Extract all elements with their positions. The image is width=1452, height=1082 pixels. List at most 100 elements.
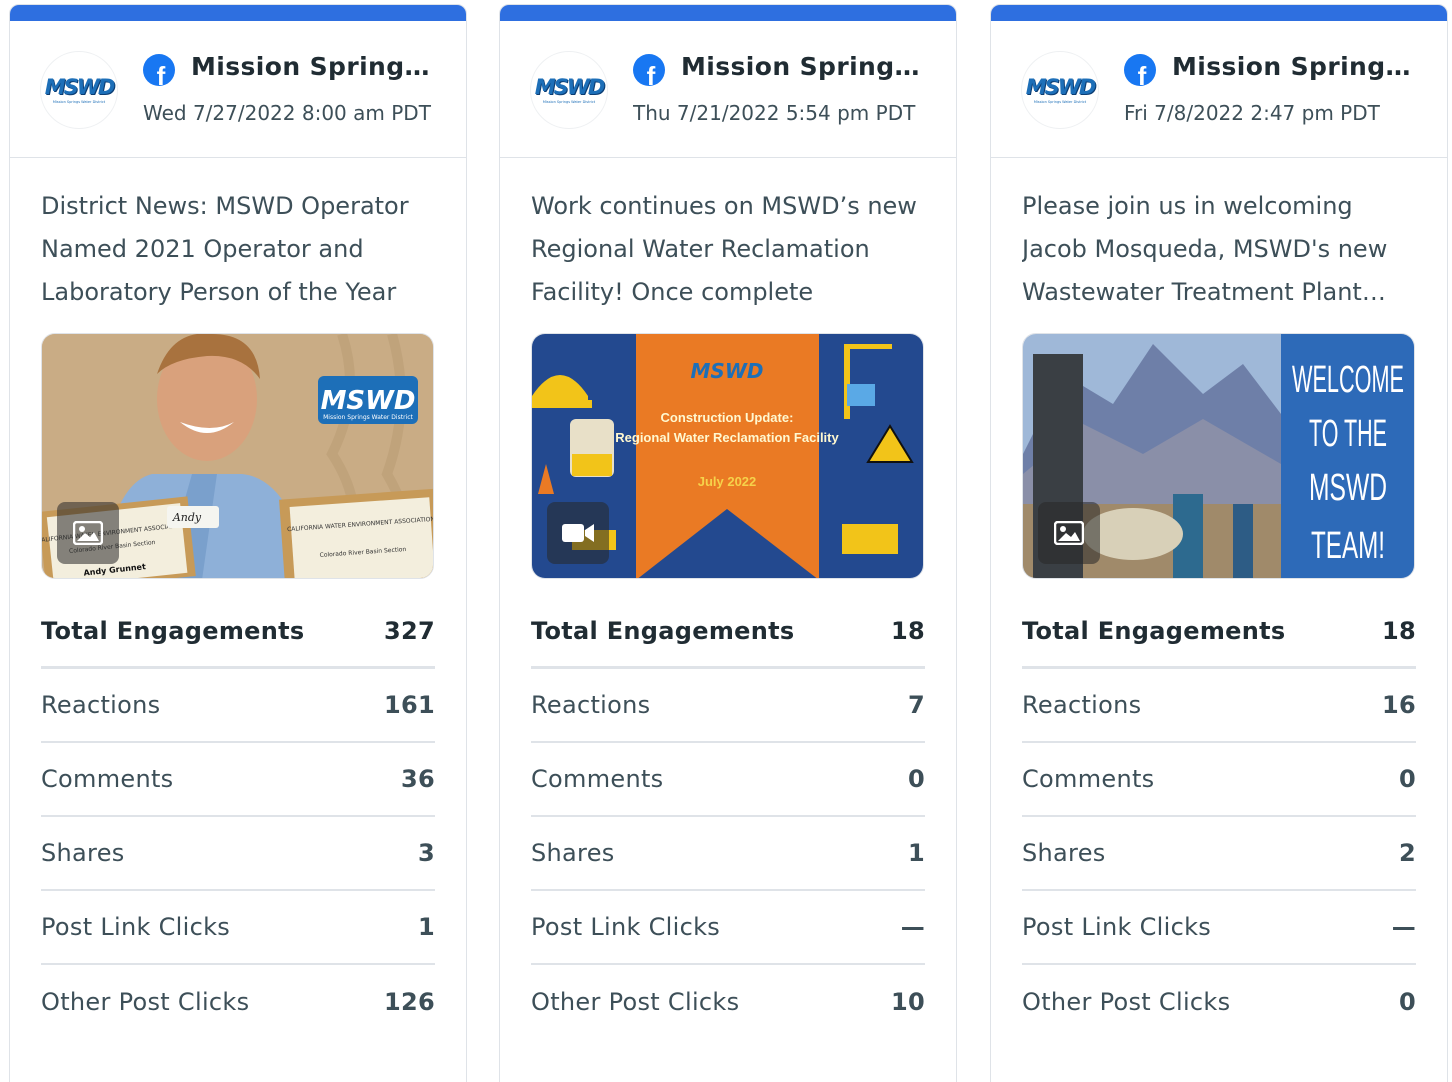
total-engagements-row: Total Engagements 18 [1022, 595, 1416, 669]
page-avatar[interactable]: MSWD Mission Springs Water District [530, 51, 608, 129]
page-name[interactable]: Mission Springs Water District [1172, 52, 1422, 81]
metric-row-reactions: Reactions 7 [531, 669, 925, 743]
svg-text:WELCOME: WELCOME [1292, 359, 1404, 401]
post-date: Fri 7/8/2022 2:47 pm PDT [1124, 101, 1380, 125]
metric-value: 7 [908, 691, 925, 719]
total-engagements-row: Total Engagements 327 [41, 595, 435, 669]
engagement-metrics: Total Engagements 18 Reactions 7 Comments… [531, 595, 925, 1039]
post-date: Wed 7/27/2022 8:00 am PDT [143, 101, 431, 125]
page-name[interactable]: Mission Springs Water District [191, 52, 441, 81]
post-media[interactable]: MSWD Mission Springs Water District CALI… [41, 333, 434, 579]
card-accent-bar [500, 5, 956, 21]
metric-label: Other Post Clicks [1022, 988, 1231, 1016]
card-accent-bar [991, 5, 1447, 21]
metric-row-other-post-clicks: Other Post Clicks 10 [531, 965, 925, 1039]
metric-label: Shares [1022, 839, 1106, 867]
metric-row-reactions: Reactions 161 [41, 669, 435, 743]
total-engagements-label: Total Engagements [531, 616, 795, 645]
post-media[interactable]: WELCOME TO THE MSWD TEAM! [1022, 333, 1415, 579]
post-text[interactable]: District News: MSWD Operator Named 2021 … [41, 185, 441, 314]
svg-text:MSWD: MSWD [691, 359, 764, 383]
post-text[interactable]: Work continues on MSWD’s new Regional Wa… [531, 185, 931, 314]
facebook-icon: f [633, 54, 665, 86]
metric-row-post-link-clicks: Post Link Clicks 1 [41, 891, 435, 965]
svg-text:TEAM!: TEAM! [1311, 525, 1385, 567]
post-media[interactable]: MSWD Construction Update: Regional Water… [531, 333, 924, 579]
avatar-logo-sub: Mission Springs Water District [542, 99, 596, 104]
metric-value: — [900, 913, 925, 941]
svg-text:Construction Update:: Construction Update: [661, 410, 794, 425]
metric-label: Post Link Clicks [41, 913, 231, 941]
avatar-logo-text: MSWD [534, 74, 606, 99]
engagement-metrics: Total Engagements 18 Reactions 16 Comment… [1022, 595, 1416, 1039]
total-engagements-value: 18 [891, 616, 925, 645]
metric-label: Post Link Clicks [1022, 913, 1212, 941]
metric-row-reactions: Reactions 16 [1022, 669, 1416, 743]
total-engagements-label: Total Engagements [1022, 616, 1286, 645]
metric-label: Reactions [531, 691, 651, 719]
image-icon [1038, 502, 1100, 564]
metric-value: 1 [908, 839, 925, 867]
avatar-logo-text: MSWD [1025, 74, 1097, 99]
engagement-metrics: Total Engagements 327 Reactions 161 Comme… [41, 595, 435, 1039]
metric-row-comments: Comments 36 [41, 743, 435, 817]
video-icon [547, 502, 609, 564]
total-engagements-label: Total Engagements [41, 616, 305, 645]
page-avatar[interactable]: MSWD Mission Springs Water District [1021, 51, 1099, 129]
metric-label: Comments [1022, 765, 1155, 793]
avatar-logo-sub: Mission Springs Water District [1033, 99, 1087, 104]
total-engagements-value: 18 [1382, 616, 1416, 645]
metric-label: Post Link Clicks [531, 913, 721, 941]
metric-value: 1 [418, 913, 435, 941]
page-name[interactable]: Mission Springs Water District [681, 52, 931, 81]
card-accent-bar [10, 5, 466, 21]
svg-text:MSWD: MSWD [321, 386, 416, 416]
avatar-logo-text: MSWD [44, 74, 116, 99]
metric-value: 0 [1399, 988, 1416, 1016]
metric-label: Reactions [41, 691, 161, 719]
metric-label: Other Post Clicks [531, 988, 740, 1016]
metric-value: 10 [891, 988, 925, 1016]
metric-row-comments: Comments 0 [531, 743, 925, 817]
metric-value: 3 [418, 839, 435, 867]
metric-value: 2 [1399, 839, 1416, 867]
metric-value: 16 [1382, 691, 1416, 719]
metric-label: Comments [531, 765, 664, 793]
metric-value: 0 [1399, 765, 1416, 793]
metric-value: 36 [401, 765, 435, 793]
metric-label: Shares [531, 839, 615, 867]
metric-row-post-link-clicks: Post Link Clicks — [531, 891, 925, 965]
card-header: MSWD Mission Springs Water District f Mi… [500, 21, 956, 158]
metric-label: Shares [41, 839, 125, 867]
metric-row-comments: Comments 0 [1022, 743, 1416, 817]
metric-row-other-post-clicks: Other Post Clicks 0 [1022, 965, 1416, 1039]
metric-value: 161 [384, 691, 435, 719]
image-icon [57, 502, 119, 564]
card-header: MSWD Mission Springs Water District f Mi… [10, 21, 466, 158]
total-engagements-row: Total Engagements 18 [531, 595, 925, 669]
metric-row-post-link-clicks: Post Link Clicks — [1022, 891, 1416, 965]
metric-value: 0 [908, 765, 925, 793]
svg-text:TO THE: TO THE [1309, 413, 1387, 455]
metric-value: — [1391, 913, 1416, 941]
total-engagements-value: 327 [384, 616, 435, 645]
post-card[interactable]: MSWD Mission Springs Water District f Mi… [499, 4, 957, 1082]
facebook-icon: f [1124, 54, 1156, 86]
metric-row-shares: Shares 1 [531, 817, 925, 891]
svg-text:MSWD: MSWD [1309, 467, 1387, 509]
page-avatar[interactable]: MSWD Mission Springs Water District [40, 51, 118, 129]
metric-label: Reactions [1022, 691, 1142, 719]
post-date: Thu 7/21/2022 5:54 pm PDT [633, 101, 916, 125]
metric-label: Other Post Clicks [41, 988, 250, 1016]
post-card[interactable]: MSWD Mission Springs Water District f Mi… [990, 4, 1448, 1082]
post-text[interactable]: Please join us in welcoming Jacob Mosque… [1022, 185, 1422, 314]
svg-text:Andy: Andy [172, 511, 202, 524]
metric-row-shares: Shares 2 [1022, 817, 1416, 891]
metric-label: Comments [41, 765, 174, 793]
svg-text:Regional Water Reclamation Fac: Regional Water Reclamation Facility [615, 430, 839, 445]
metric-value: 126 [384, 988, 435, 1016]
post-card[interactable]: MSWD Mission Springs Water District f Mi… [9, 4, 467, 1082]
svg-text:July 2022: July 2022 [698, 474, 757, 489]
metric-row-other-post-clicks: Other Post Clicks 126 [41, 965, 435, 1039]
metric-row-shares: Shares 3 [41, 817, 435, 891]
